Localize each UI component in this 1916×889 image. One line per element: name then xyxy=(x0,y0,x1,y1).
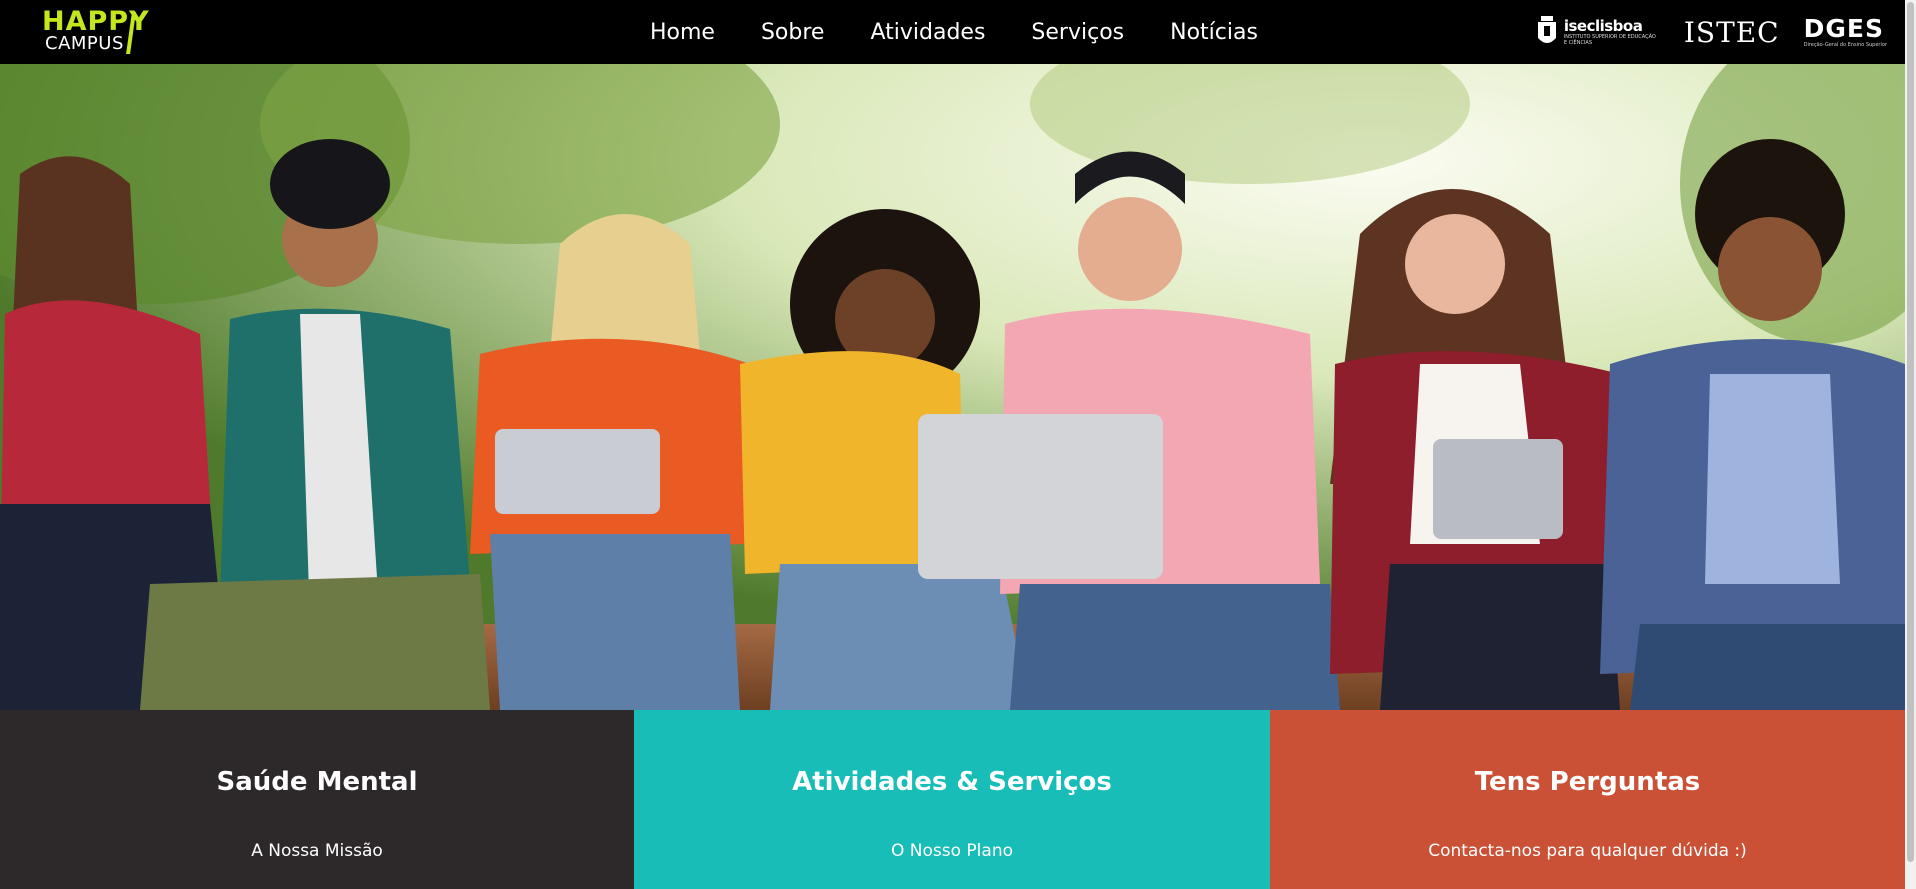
dges-subtitle: Direção-Geral do Ensino Superior xyxy=(1803,42,1887,48)
nav-servicos[interactable]: Serviços xyxy=(1031,20,1124,45)
hero-image xyxy=(0,64,1905,710)
nav-atividades[interactable]: Atividades xyxy=(870,20,985,45)
isec-name: iseclisboa xyxy=(1563,17,1643,35)
isec-shield-icon xyxy=(1537,16,1556,43)
istec-logo[interactable]: ISTEC xyxy=(1684,16,1780,49)
panel-tens-perguntas[interactable]: Tens Perguntas Contacta-nos para qualque… xyxy=(1270,710,1905,889)
panel-title: Atividades & Serviços xyxy=(792,767,1112,797)
logo-campus-text: CAMPUS xyxy=(45,33,124,54)
happy-campus-logo[interactable]: HAPPY CAMPUS xyxy=(40,6,149,56)
partner-logos: iseclisboa INSTITUTO SUPERIOR DE EDUCAÇÃ… xyxy=(1536,0,1887,64)
students-group-photo xyxy=(0,64,1905,710)
nav-sobre[interactable]: Sobre xyxy=(761,20,825,45)
panel-atividades-servicos[interactable]: Atividades & Serviços O Nosso Plano xyxy=(634,710,1270,889)
scrollbar-thumb[interactable] xyxy=(1907,2,1914,862)
panel-subtitle: O Nosso Plano xyxy=(891,841,1013,861)
top-navbar: HAPPY CAMPUS Home Sobre Atividades Servi… xyxy=(0,0,1905,64)
feature-panels: Saúde Mental A Nossa Missão Atividades &… xyxy=(0,710,1905,889)
dges-name: DGES xyxy=(1803,14,1884,43)
iseclisboa-logo[interactable]: iseclisboa INSTITUTO SUPERIOR DE EDUCAÇÃ… xyxy=(1536,14,1660,50)
isec-subtitle: INSTITUTO SUPERIOR DE EDUCAÇÃO E CIÊNCIA… xyxy=(1563,34,1656,46)
page-scrollbar[interactable] xyxy=(1905,0,1916,889)
nav-noticias[interactable]: Notícias xyxy=(1170,20,1258,45)
main-menu: Home Sobre Atividades Serviços Notícias xyxy=(650,0,1258,64)
panel-title: Saúde Mental xyxy=(216,767,418,797)
panel-title: Tens Perguntas xyxy=(1474,767,1701,797)
dges-logo[interactable]: DGES Direção-Geral do Ensino Superior xyxy=(1803,14,1887,49)
nav-home[interactable]: Home xyxy=(650,20,715,45)
panel-subtitle: Contacta-nos para qualquer dúvida :) xyxy=(1428,841,1747,861)
panel-saude-mental[interactable]: Saúde Mental A Nossa Missão xyxy=(0,710,634,889)
panel-subtitle: A Nossa Missão xyxy=(251,841,383,861)
